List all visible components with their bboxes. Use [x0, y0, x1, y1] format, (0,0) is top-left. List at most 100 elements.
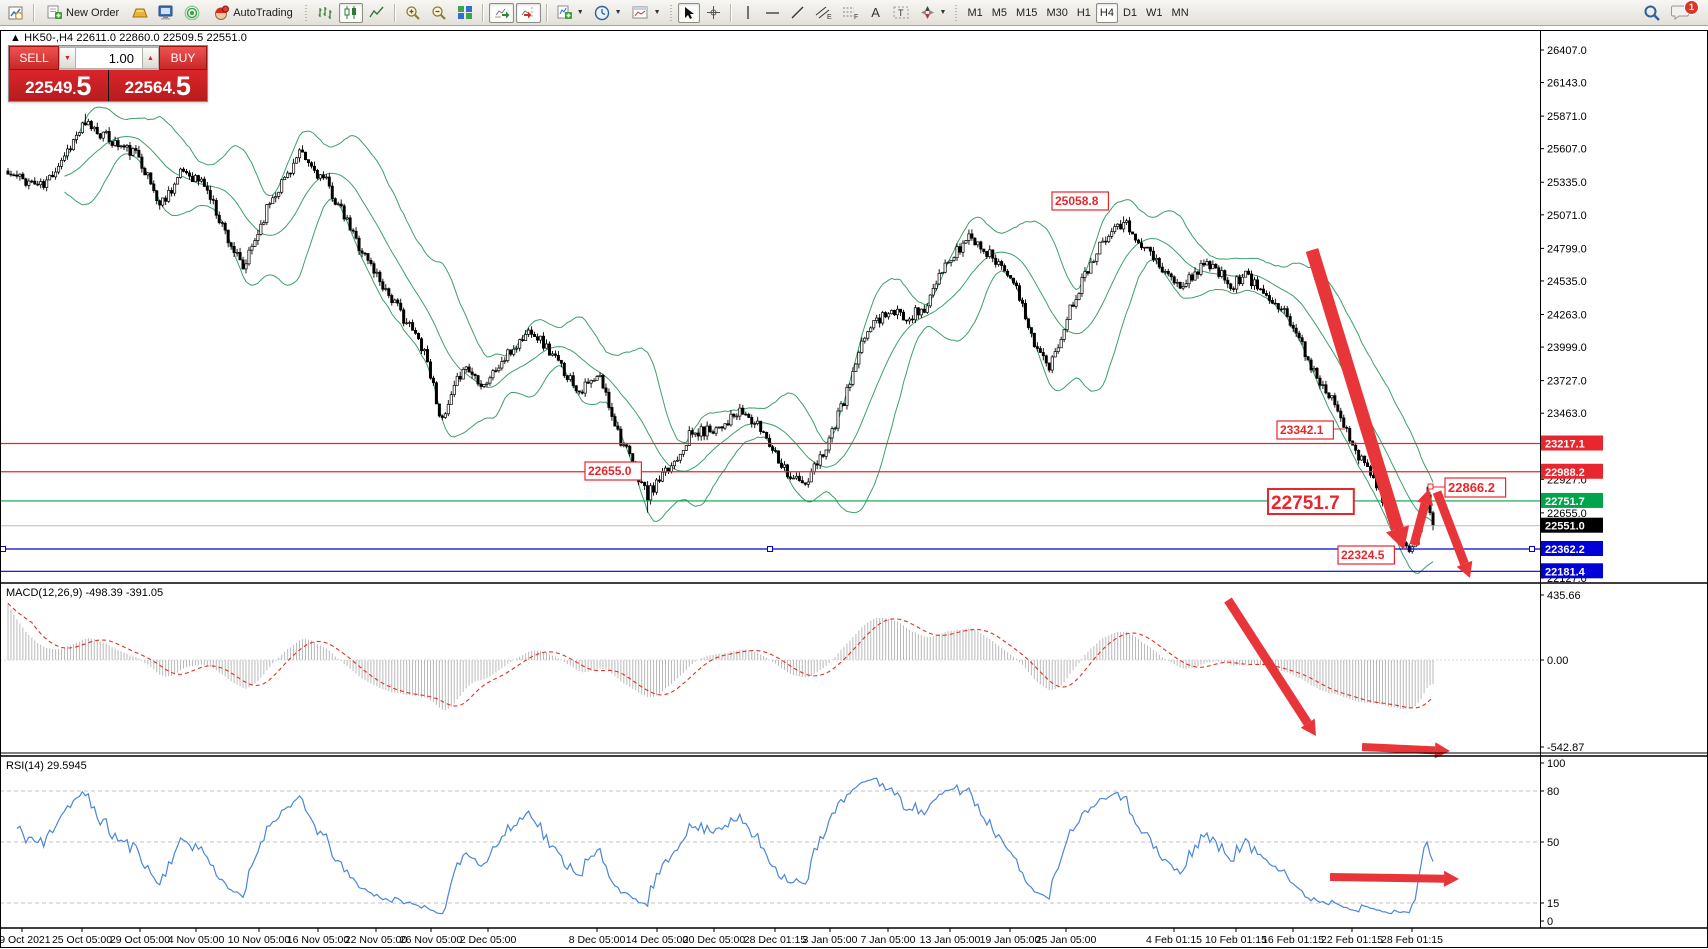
chart-shift-button[interactable] — [516, 3, 541, 23]
timeframe-m1[interactable]: M1 — [963, 3, 986, 23]
fibonacci-tool[interactable]: F — [838, 3, 863, 23]
sell-button[interactable]: SELL — [9, 46, 59, 70]
chart-shift-icon — [520, 5, 537, 20]
candlestick-chart-button[interactable] — [339, 3, 363, 23]
collapse-panel-icon[interactable]: ▲ — [10, 32, 21, 44]
periods-button[interactable]: ▼ — [590, 3, 626, 23]
autotrading-button[interactable]: AutoTrading — [206, 3, 300, 23]
date-tick-label: 14 Dec 05:00 — [626, 934, 689, 946]
templates-button[interactable]: ▼ — [628, 3, 665, 23]
line-chart-icon — [369, 5, 385, 20]
date-tick-label: 10 Feb 01:15 — [1205, 934, 1267, 946]
date-tick-label: 3 Jan 05:00 — [803, 934, 858, 946]
timeframe-d1[interactable]: D1 — [1119, 3, 1141, 23]
timeframe-mn[interactable]: MN — [1168, 3, 1193, 23]
sell-price[interactable]: 22549.5 — [9, 70, 108, 101]
auto-scroll-button[interactable] — [489, 3, 514, 23]
line-selection-handle[interactable] — [1, 546, 6, 551]
zoom-out-button[interactable] — [427, 3, 451, 23]
volume-control: ▼ 1.00 ▲ — [59, 46, 159, 70]
price-tick-label: 25607.0 — [1547, 144, 1587, 156]
new-order-button[interactable]: New Order — [40, 3, 126, 23]
line-selection-handle[interactable] — [1530, 546, 1535, 551]
dropdown-caret: ▼ — [577, 9, 584, 16]
date-tick-label: 19 Jan 05:00 — [980, 934, 1041, 946]
horizontal-line-tool[interactable] — [761, 3, 784, 23]
price-tick-label: 24799.0 — [1547, 243, 1587, 255]
date-tick-label: 16 Nov 05:00 — [287, 934, 350, 946]
fibonacci-icon: F — [842, 5, 859, 20]
text-label-icon: T — [893, 5, 910, 20]
text-tool[interactable]: A — [865, 3, 887, 23]
timeframe-m5[interactable]: M5 — [988, 3, 1011, 23]
chart-window: 25058.823342.122866.222751.722655.022324… — [0, 26, 1708, 949]
chat-button[interactable]: 1 — [1667, 3, 1694, 23]
price-tick-label: 23999.0 — [1547, 342, 1587, 354]
arrow-body[interactable] — [1362, 747, 1435, 750]
price-tick-label: 24263.0 — [1547, 309, 1587, 321]
timeframe-w1[interactable]: W1 — [1142, 3, 1167, 23]
buy-price[interactable]: 22564.5 — [109, 70, 208, 101]
chart-canvas[interactable]: 25058.823342.122866.222751.722655.022324… — [0, 26, 1708, 949]
price-tick-label: 26143.0 — [1547, 78, 1587, 90]
date-tick-label: 16 Feb 01:15 — [1262, 934, 1324, 946]
indicators-button[interactable]: ▼ — [553, 3, 588, 23]
date-tick-label: 20 Dec 05:00 — [683, 934, 746, 946]
date-tick-label: 8 Dec 05:00 — [569, 934, 626, 946]
notification-badge: 1 — [1684, 0, 1699, 15]
cursor-tool-button[interactable] — [678, 3, 700, 23]
price-tick-label: 26407.0 — [1547, 45, 1587, 57]
toolbar-drag-handle[interactable] — [954, 5, 959, 21]
search-button[interactable] — [1639, 3, 1665, 23]
volume-increase-button[interactable]: ▲ — [142, 47, 159, 69]
price-badge-text: 22362.2 — [1545, 544, 1585, 556]
signals-button[interactable] — [180, 3, 204, 23]
vertical-line-tool[interactable] — [737, 3, 759, 23]
channel-tool[interactable]: E — [811, 3, 836, 23]
timeframe-m30[interactable]: M30 — [1042, 3, 1071, 23]
trendline-icon — [790, 5, 805, 20]
price-tick-label: 25335.0 — [1547, 177, 1587, 189]
sell-price-main: 22549 — [25, 76, 72, 100]
text-label-tool[interactable]: T — [889, 3, 914, 23]
price-tick-label: 24535.0 — [1547, 276, 1587, 288]
vertical-line-icon — [743, 5, 753, 20]
autotrading-label: AutoTrading — [233, 7, 293, 19]
symbol-period: HK50-,H4 — [24, 32, 73, 44]
crosshair-tool-button[interactable] — [702, 3, 725, 23]
chart-app-icon — [8, 5, 24, 21]
line-selection-handle[interactable] — [768, 546, 773, 551]
market-watch-button[interactable] — [128, 3, 152, 23]
line-chart-button[interactable] — [365, 3, 389, 23]
zoom-in-button[interactable] — [401, 3, 425, 23]
toolbar-drag-handle[interactable] — [304, 5, 309, 21]
volume-input[interactable]: 1.00 — [76, 47, 142, 69]
ohlc-open: 22611.0 — [76, 32, 116, 44]
timeframe-group: M1M5M15M30H1H4D1W1MN — [963, 3, 1192, 23]
buy-button[interactable]: BUY — [159, 46, 207, 70]
timeframe-h1[interactable]: H1 — [1073, 3, 1095, 23]
zoom-out-icon — [431, 5, 447, 21]
rsi-axis-label: 50 — [1547, 837, 1559, 849]
arrows-tool[interactable]: ▼ — [916, 3, 951, 23]
rsi-axis-label: 100 — [1547, 758, 1565, 770]
bar-chart-button[interactable] — [313, 3, 337, 23]
annotation-text: 22866.2 — [1448, 480, 1495, 495]
annotation-text: 25058.8 — [1055, 194, 1099, 208]
arrow-body[interactable] — [1330, 877, 1444, 879]
data-window-button[interactable] — [154, 3, 178, 23]
date-tick-label: 19 Oct 2021 — [0, 934, 51, 946]
tile-windows-button[interactable] — [453, 3, 477, 23]
equidistant-channel-icon: E — [815, 5, 832, 20]
volume-decrease-button[interactable]: ▼ — [59, 47, 76, 69]
app-icon[interactable] — [4, 3, 28, 23]
trendline-tool[interactable] — [786, 3, 809, 23]
timeframe-h4[interactable]: H4 — [1096, 3, 1118, 23]
sell-price-pip: 5 — [76, 73, 91, 100]
date-tick-label: 13 Jan 05:00 — [920, 934, 981, 946]
chart-title: ▲ HK50-,H4 22611.0 22860.0 22509.5 22551… — [10, 32, 247, 44]
annotation-text: 23342.1 — [1280, 423, 1324, 437]
toolbar-drag-handle[interactable] — [669, 5, 674, 21]
new-order-label: New Order — [66, 7, 119, 19]
timeframe-m15[interactable]: M15 — [1012, 3, 1041, 23]
